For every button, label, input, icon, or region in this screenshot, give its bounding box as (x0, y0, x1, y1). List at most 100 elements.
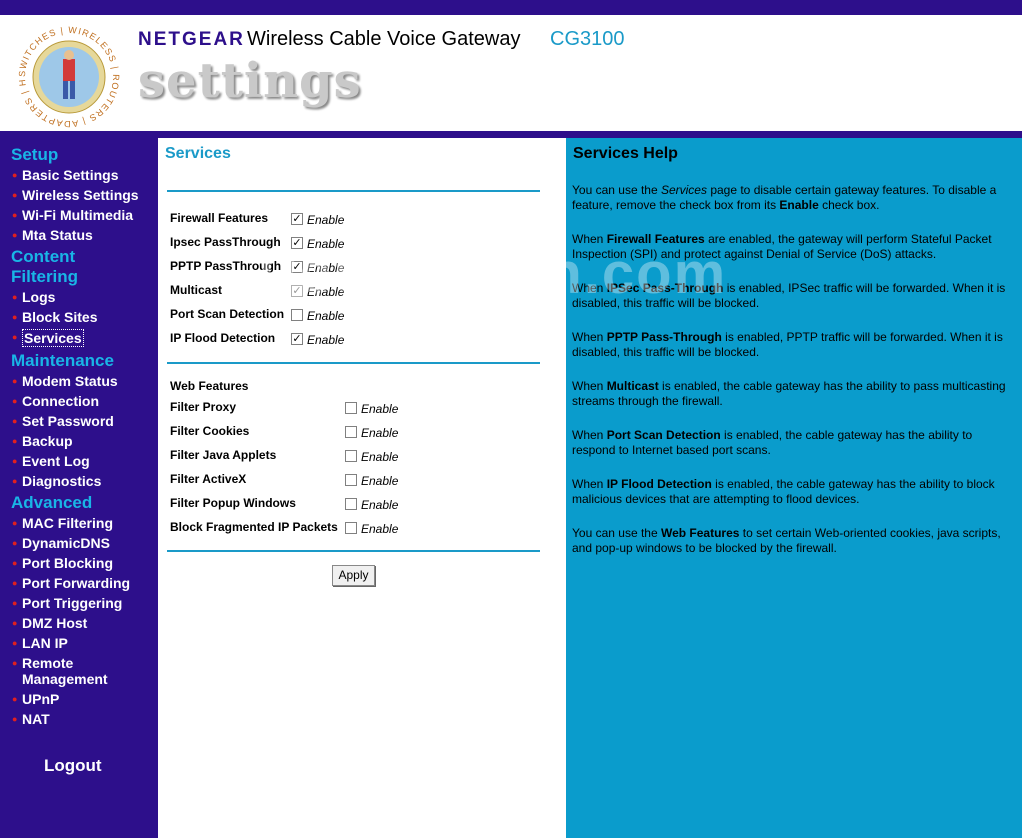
logout-link[interactable]: Logout (44, 756, 102, 776)
sidebar-item-remote-management[interactable]: ● Remote Management (12, 655, 158, 687)
checkbox-block-fragmented-ip-packets[interactable] (345, 522, 357, 534)
sidebar-item-label: Port Triggering (22, 595, 123, 611)
bullet-icon: ● (12, 312, 18, 322)
sidebar-item-upnp[interactable]: ● UPnP (12, 691, 158, 707)
option-label-filter-proxy: Filter Proxy (170, 400, 237, 414)
model-number: CG3100 (550, 28, 625, 50)
checkbox-filter-activex[interactable] (345, 474, 357, 486)
bullet-icon: ● (12, 658, 18, 668)
option-label-block-fragmented-ip-packets: Block Fragmented IP Packets (170, 520, 338, 534)
help-paragraph: When IPSec Pass-Through is enabled, IPSe… (572, 281, 1006, 310)
checkbox-ipsec-passthrough[interactable]: ✓ (291, 237, 303, 249)
sidebar-item-label: NAT (22, 711, 50, 727)
enable-label: Enable (361, 474, 399, 488)
main-panel: Services Firewall Features ✓ Enable Ipsec P… (158, 138, 566, 838)
help-paragraph: You can use the Web Features to set cert… (572, 526, 1001, 555)
sidebar-item-label: MAC Filtering (22, 515, 113, 531)
sidebar-item-label: Backup (22, 433, 73, 449)
sidebar-item-label: Set Password (22, 413, 114, 429)
checkbox-filter-popup-windows[interactable] (345, 498, 357, 510)
bullet-icon: ● (12, 456, 18, 466)
sidebar-item-port-forwarding[interactable]: ● Port Forwarding (12, 575, 158, 591)
sidebar-item-label: Basic Settings (22, 167, 119, 183)
sidebar-item-wi-fi-multimedia[interactable]: ● Wi-Fi Multimedia (12, 207, 158, 223)
bullet-icon: ● (12, 558, 18, 568)
sidebar-item-mac-filtering[interactable]: ● MAC Filtering (12, 515, 158, 531)
option-label-filter-cookies: Filter Cookies (170, 424, 250, 438)
option-label-ip-flood-detection: IP Flood Detection (170, 331, 276, 345)
bullet-icon: ● (12, 230, 18, 240)
sidebar-item-label: Wireless Settings (22, 187, 139, 203)
help-paragraph: You can use the Services page to disable… (572, 183, 997, 212)
sidebar-item-block-sites[interactable]: ● Block Sites (12, 309, 158, 325)
sidebar-item-logs[interactable]: ● Logs (12, 289, 158, 305)
sidebar-item-label: Port Blocking (22, 555, 114, 571)
sidebar-item-port-blocking[interactable]: ● Port Blocking (12, 555, 158, 571)
sidebar-item-basic-settings[interactable]: ● Basic Settings (12, 167, 158, 183)
sidebar-section-advanced: Advanced (11, 493, 93, 512)
checkbox-multicast[interactable]: ✓ (291, 285, 303, 297)
enable-label: Enable (361, 402, 399, 416)
help-title: Services Help (573, 145, 678, 162)
sidebar-item-label: Diagnostics (22, 473, 102, 489)
sidebar-item-label: LAN IP (22, 635, 68, 651)
checkbox-firewall-features[interactable]: ✓ (291, 213, 303, 225)
bullet-icon: ● (12, 436, 18, 446)
sidebar-item-label: UPnP (22, 691, 60, 707)
enable-label: Enable (307, 237, 345, 251)
bullet-icon: ● (12, 618, 18, 628)
bullet-icon: ● (12, 292, 18, 302)
bullet-icon: ● (12, 210, 18, 220)
sidebar-item-diagnostics[interactable]: ● Diagnostics (12, 473, 158, 489)
bullet-icon: ● (12, 376, 18, 386)
sidebar-item-nat[interactable]: ● NAT (12, 711, 158, 727)
bullet-icon: ● (12, 170, 18, 180)
enable-label: Enable (307, 213, 345, 227)
sidebar-item-services[interactable]: ● Services (12, 329, 158, 347)
enable-label: Enable (307, 285, 345, 299)
sidebar-item-port-triggering[interactable]: ● Port Triggering (12, 595, 158, 611)
sidebar-item-label: Services (22, 329, 84, 347)
sidebar-item-event-log[interactable]: ● Event Log (12, 453, 158, 469)
checkbox-filter-java-applets[interactable] (345, 450, 357, 462)
bullet-icon: ● (12, 638, 18, 648)
divider (167, 550, 540, 552)
sidebar-item-modem-status[interactable]: ● Modem Status (12, 373, 158, 389)
sidebar-item-set-password[interactable]: ● Set Password (12, 413, 158, 429)
sidebar: Setup ● Basic Settings ● Wireless Settings ● W… (0, 131, 158, 838)
page-title: Services (165, 145, 231, 162)
option-label-multicast: Multicast (170, 283, 223, 297)
checkbox-ip-flood-detection[interactable]: ✓ (291, 333, 303, 345)
checkbox-port-scan-detection[interactable] (291, 309, 303, 321)
sidebar-item-label: DMZ Host (22, 615, 88, 631)
sidebar-section-setup: Setup (11, 145, 59, 164)
sidebar-item-dynamicdns[interactable]: ● DynamicDNS (12, 535, 158, 551)
sidebar-item-lan-ip[interactable]: ● LAN IP (12, 635, 158, 651)
sidebar-item-dmz-host[interactable]: ● DMZ Host (12, 615, 158, 631)
bullet-icon: ● (12, 538, 18, 548)
checkbox-filter-proxy[interactable] (345, 402, 357, 414)
sidebar-item-mta-status[interactable]: ● Mta Status (12, 227, 158, 243)
bullet-icon: ● (12, 714, 18, 724)
sidebar-item-backup[interactable]: ● Backup (12, 433, 158, 449)
enable-label: Enable (361, 426, 399, 440)
help-paragraph: When Firewall Features are enabled, the … (572, 232, 992, 261)
checkbox-filter-cookies[interactable] (345, 426, 357, 438)
option-label-ipsec-passthrough: Ipsec PassThrough (170, 235, 281, 249)
bullet-icon: ● (12, 578, 18, 588)
enable-label: Enable (307, 333, 345, 347)
checkbox-pptp-passthrough[interactable]: ✓ (291, 261, 303, 273)
sidebar-item-wireless-settings[interactable]: ● Wireless Settings (12, 187, 158, 203)
enable-label: Enable (307, 261, 345, 275)
sidebar-item-label: Remote Management (22, 655, 108, 687)
sidebar-item-connection[interactable]: ● Connection (12, 393, 158, 409)
enable-label: Enable (361, 498, 399, 512)
bullet-icon: ● (12, 476, 18, 486)
sidebar-section-content-filtering: Content Filtering (11, 247, 79, 286)
sidebar-section-maintenance: Maintenance (11, 351, 114, 370)
option-label-filter-java-applets: Filter Java Applets (170, 448, 277, 462)
option-label-firewall-features: Firewall Features (170, 211, 269, 225)
sidebar-item-label: Modem Status (22, 373, 118, 389)
apply-button[interactable]: Apply (332, 565, 375, 586)
option-label-pptp-passthrough: PPTP PassThrough (170, 259, 282, 273)
